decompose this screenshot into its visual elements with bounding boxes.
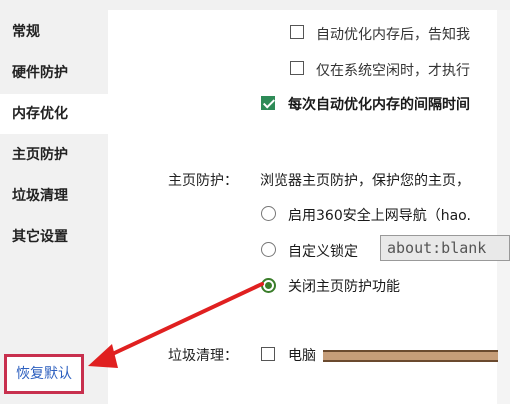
sidebar-item-memory-optimization[interactable]: 内存优化	[0, 94, 108, 134]
sidebar-item-junk-cleanup[interactable]: 垃圾清理	[0, 176, 108, 216]
restore-defaults-button[interactable]: 恢复默认	[4, 354, 84, 394]
radio-custom-lock[interactable]	[261, 242, 276, 257]
radio-custom-lock-label: 自定义锁定	[288, 244, 358, 260]
radio-disable-protection-label: 关闭主页防护功能	[288, 279, 400, 295]
idle-only-label: 仅在系统空闲时，才执行	[316, 63, 470, 79]
optimize-interval-checkbox[interactable]	[261, 96, 275, 110]
sidebar-item-other-settings[interactable]: 其它设置	[0, 217, 108, 257]
notify-after-optimize-label: 自动优化内存后，告知我	[316, 27, 470, 43]
custom-homepage-url-input[interactable]: about:blank	[380, 235, 510, 261]
radio-disable-protection[interactable]	[261, 278, 276, 293]
idle-only-checkbox[interactable]	[290, 61, 304, 75]
radio-enable-360-nav[interactable]	[261, 206, 276, 221]
redacted-bar	[323, 350, 498, 362]
top-strip	[108, 0, 510, 10]
optimize-interval-label: 每次自动优化内存的间隔时间	[288, 97, 470, 113]
radio-enable-360-nav-label: 启用360安全上网导航（hao.	[288, 208, 471, 224]
sidebar-item-hardware-protection[interactable]: 硬件防护	[0, 53, 108, 93]
sidebar-item-homepage-protection[interactable]: 主页防护	[0, 135, 108, 175]
homepage-section-label: 主页防护：	[168, 173, 238, 189]
cleanup-section-label: 垃圾清理：	[168, 348, 238, 364]
right-edge	[497, 10, 510, 404]
cleanup-computer-label: 电脑	[288, 348, 316, 364]
sidebar-item-general[interactable]: 常规	[0, 12, 108, 52]
homepage-description: 浏览器主页防护，保护您的主页，	[260, 173, 470, 189]
cleanup-computer-checkbox[interactable]	[261, 347, 275, 361]
settings-sidebar: 常规 硬件防护 内存优化 主页防护 垃圾清理 其它设置 恢复默认	[0, 0, 108, 404]
notify-after-optimize-checkbox[interactable]	[290, 25, 304, 39]
